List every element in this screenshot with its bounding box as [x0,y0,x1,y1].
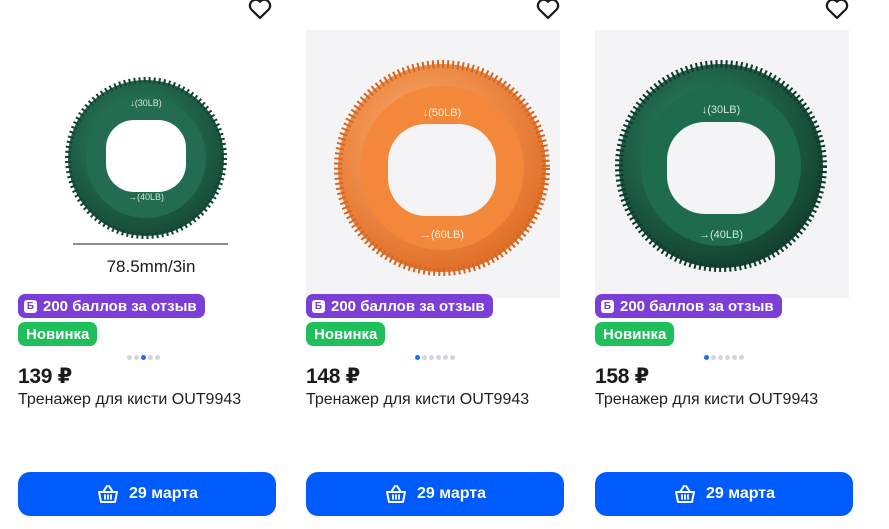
price: 158 ₽ [595,365,649,388]
new-badge: Новинка [18,322,98,346]
product-title[interactable]: Тренажер для кисти OUT9943 [595,391,818,409]
carousel-dot[interactable] [704,355,709,360]
carousel-dot[interactable] [450,355,455,360]
carousel-dot[interactable] [436,355,441,360]
favorite-heart-icon[interactable] [246,0,274,22]
product-title[interactable]: Тренажер для кисти OUT9943 [306,391,529,409]
product-image[interactable]: ↓(50LB) →(60LB) [306,30,560,298]
product-image[interactable]: ↓(30LB) →(40LB) [595,30,849,298]
product-card[interactable]: ↓(30LB) →(40LB) Б 200 баллов за отзыв Но… [587,0,857,529]
svg-text:→(60LB): →(60LB) [420,229,464,241]
carousel-dot[interactable] [718,355,723,360]
points-b-icon: Б [601,299,614,313]
ring-hole [106,120,186,192]
add-to-cart-button[interactable]: 29 марта [306,472,564,516]
delivery-date-label: 29 марта [128,485,199,502]
points-badge-label: 200 баллов за отзыв [620,297,774,315]
new-badge: Новинка [595,322,675,346]
carousel-dot[interactable] [443,355,448,360]
carousel-dot[interactable] [739,355,744,360]
points-badge: Б 200 баллов за отзыв [595,294,782,318]
delivery-date-label: 29 марта [416,485,487,502]
favorite-heart-icon[interactable] [534,0,562,22]
carousel-dot[interactable] [148,355,153,360]
delivery-date-label: 29 марта [705,485,776,502]
svg-text:→(40LB): →(40LB) [699,229,743,241]
add-to-cart-button[interactable]: 29 марта [595,472,853,516]
price: 139 ₽ [18,365,72,388]
product-card[interactable]: ↓(50LB) →(60LB) Б 200 баллов за отзыв Но… [298,0,568,529]
basket-icon [674,485,695,503]
svg-text:↓(30LB): ↓(30LB) [702,104,741,116]
product-card[interactable]: ↓(30LB) →(40LB) 78.5mm/3in Б 200 баллов … [10,0,280,529]
carousel-dots[interactable] [127,355,160,360]
svg-text:78.5mm/3in: 78.5mm/3in [107,257,196,276]
new-badge: Новинка [306,322,386,346]
basket-icon [97,485,118,503]
product-title[interactable]: Тренажер для кисти OUT9943 [18,391,241,409]
price: 148 ₽ [306,365,360,388]
carousel-dot[interactable] [141,355,146,360]
ring-hole [667,122,775,214]
product-image[interactable]: ↓(30LB) →(40LB) 78.5mm/3in [18,30,272,298]
points-badge: Б 200 баллов за отзыв [306,294,493,318]
carousel-dot[interactable] [725,355,730,360]
svg-text:↓(50LB): ↓(50LB) [423,107,462,119]
points-b-icon: Б [24,299,37,313]
basket-icon [385,485,406,503]
svg-text:↓(30LB): ↓(30LB) [130,98,162,108]
carousel-dot[interactable] [127,355,132,360]
points-b-icon: Б [312,299,325,313]
points-badge: Б 200 баллов за отзыв [18,294,205,318]
points-badge-label: 200 баллов за отзыв [331,297,485,315]
carousel-dot[interactable] [134,355,139,360]
carousel-dot[interactable] [415,355,420,360]
carousel-dot[interactable] [732,355,737,360]
carousel-dots[interactable] [415,355,455,360]
carousel-dot[interactable] [155,355,160,360]
add-to-cart-button[interactable]: 29 марта [18,472,276,516]
carousel-dot[interactable] [422,355,427,360]
points-badge-label: 200 баллов за отзыв [43,297,197,315]
carousel-dot[interactable] [711,355,716,360]
svg-text:→(40LB): →(40LB) [128,192,164,202]
favorite-heart-icon[interactable] [823,0,851,22]
carousel-dots[interactable] [704,355,744,360]
carousel-dot[interactable] [429,355,434,360]
ring-hole [388,124,496,216]
